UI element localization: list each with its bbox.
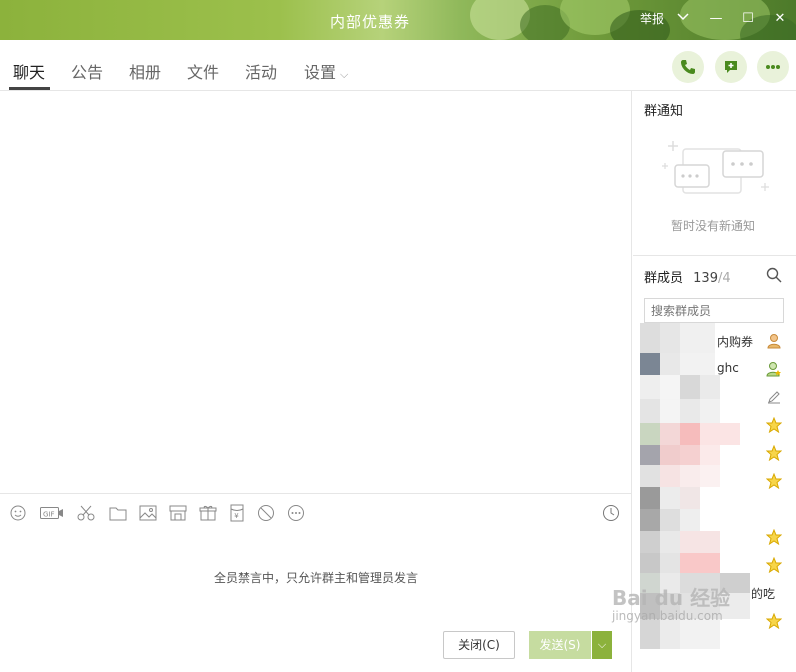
empty-notice-illustration (662, 141, 769, 194)
member-total: /4 (717, 271, 731, 286)
tab-files[interactable]: 文件 (187, 59, 219, 83)
scissors-icon[interactable] (76, 503, 96, 523)
new-discussion-button[interactable] (715, 51, 747, 83)
minimize-button[interactable]: — (706, 10, 726, 30)
tab-chat[interactable]: 聊天 (13, 59, 45, 83)
emoji-icon[interactable] (8, 503, 28, 523)
tab-settings-label: 设置 (304, 63, 337, 82)
gif-icon[interactable]: GIF (39, 503, 65, 523)
send-button[interactable]: 发送(S) (529, 631, 591, 659)
tab-activity[interactable]: 活动 (245, 59, 277, 83)
members-title: 群成员 (644, 271, 684, 286)
empty-notice-text: 暂时没有新通知 (671, 219, 756, 233)
baidu-watermark: Bai du 经验 (612, 586, 731, 610)
members-header: 群成员 139/4 (644, 267, 731, 286)
chevron-down-icon: ⌵ (340, 68, 349, 81)
more-icon[interactable] (286, 503, 306, 523)
window-title: 内部优惠券 (330, 13, 411, 31)
owner-icon (765, 332, 783, 350)
mute-notice: 全员禁言中，只允许群主和管理员发言 (213, 571, 418, 585)
star-icon (765, 472, 783, 490)
group-notice-title: 群通知 (644, 104, 684, 119)
edit-icon[interactable] (765, 388, 783, 406)
menu-dropdown-icon[interactable] (674, 10, 692, 30)
folder-icon[interactable] (108, 503, 128, 523)
report-button[interactable]: 举报 (639, 10, 665, 30)
chat-message-area[interactable] (0, 91, 632, 493)
active-tab-indicator (9, 87, 50, 90)
red-packet-icon[interactable]: ¥ (227, 503, 247, 523)
more-options-button[interactable] (757, 51, 789, 83)
member-count: 139 (693, 271, 718, 286)
star-icon (765, 416, 783, 434)
star-icon (765, 444, 783, 462)
svg-text:GIF: GIF (43, 511, 55, 519)
baidu-watermark-url: jingyan.baidu.com (612, 609, 723, 623)
chat-add-icon (725, 61, 737, 73)
input-toolbar: GIF ¥ (0, 493, 632, 529)
shop-icon[interactable] (168, 503, 188, 523)
maximize-button[interactable]: ☐ (738, 10, 758, 30)
call-button[interactable] (672, 51, 704, 83)
close-button[interactable]: 关闭(C) (443, 631, 515, 659)
gift-icon[interactable] (198, 503, 218, 523)
star-icon (765, 528, 783, 546)
image-icon[interactable] (138, 503, 158, 523)
tab-settings[interactable]: 设置 ⌵ (304, 59, 348, 83)
forbid-icon[interactable] (256, 503, 276, 523)
star-icon (765, 612, 783, 630)
tab-album[interactable]: 相册 (129, 59, 161, 83)
svg-text:¥: ¥ (234, 512, 239, 520)
ellipsis-icon (766, 65, 780, 69)
message-input-area: 全员禁言中，只允许群主和管理员发言 关闭(C) 发送(S) ⌵ (0, 529, 632, 672)
panel-divider (633, 255, 796, 256)
member-search-input[interactable] (644, 298, 784, 323)
close-window-button[interactable]: ✕ (770, 10, 790, 30)
history-clock-icon[interactable] (601, 503, 621, 523)
title-bar: 内部优惠券 举报 — ☐ ✕ (0, 0, 796, 40)
admin-icon (765, 360, 783, 378)
send-options-dropdown[interactable]: ⌵ (592, 631, 612, 659)
tab-announcement[interactable]: 公告 (71, 59, 103, 83)
search-members-icon[interactable] (766, 267, 782, 287)
star-icon (765, 556, 783, 574)
phone-icon (681, 60, 695, 74)
